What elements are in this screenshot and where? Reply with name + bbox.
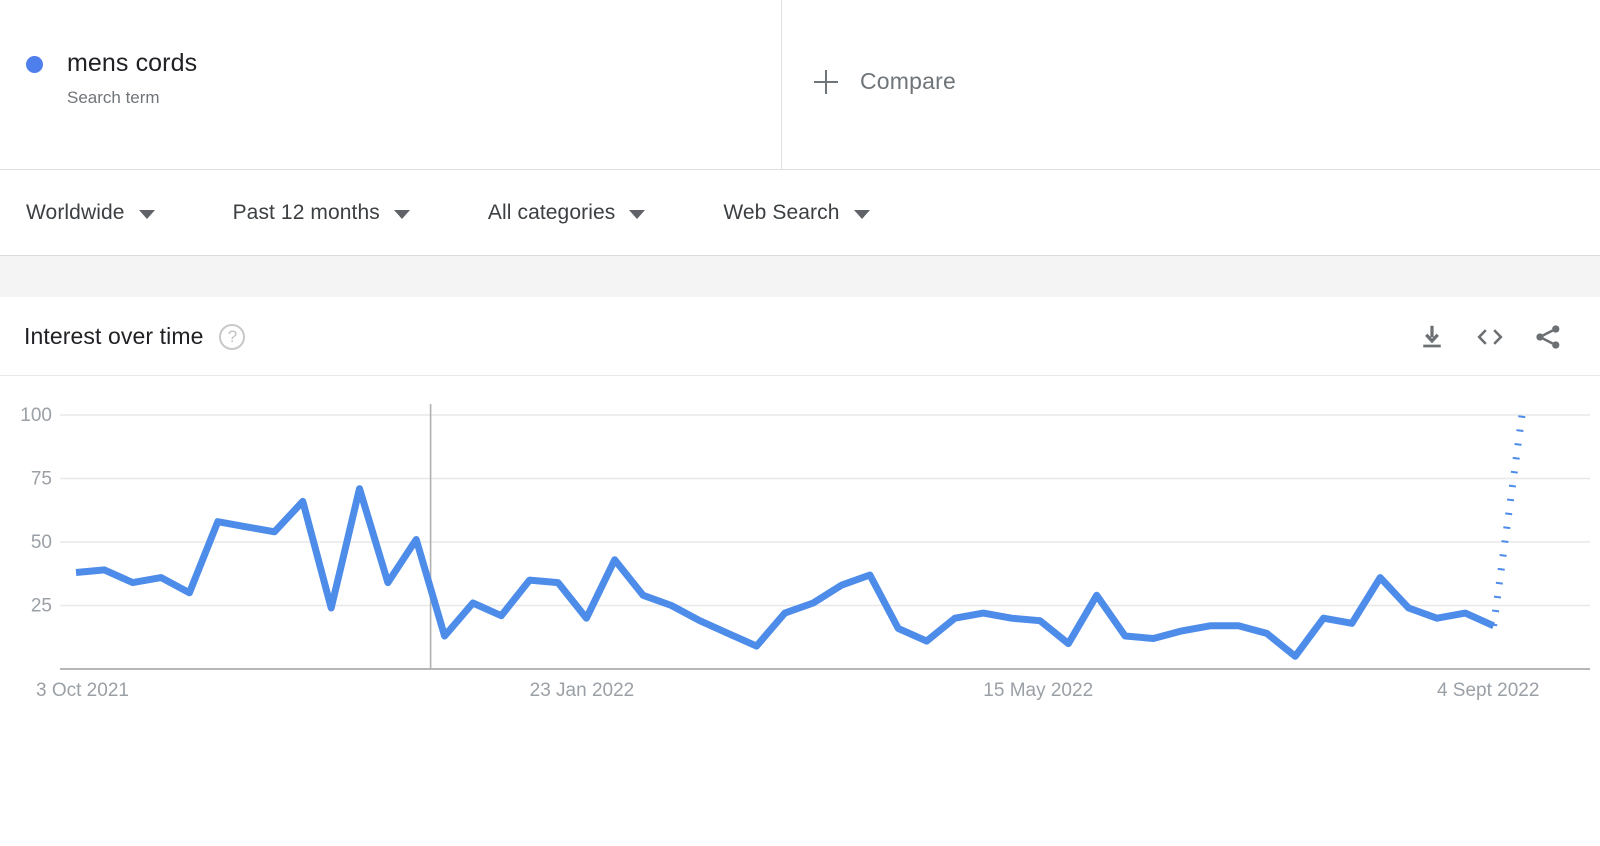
interest-over-time-card: Interest over time ? 25 50 75 100 3 Oct … bbox=[0, 298, 1600, 716]
compare-label: Compare bbox=[860, 68, 956, 94]
series-line-partial-data bbox=[1490, 414, 1526, 627]
search-term-label: mens cords bbox=[67, 49, 198, 77]
x-axis-tick-label: 15 May 2022 bbox=[983, 680, 1093, 701]
chart-svg: 25 50 75 100 3 Oct 2021 23 Jan 2022 15 May 202… bbox=[20, 404, 1590, 701]
y-axis-tick-label: 100 bbox=[20, 405, 52, 426]
download-icon[interactable] bbox=[1410, 315, 1454, 359]
filter-category-label: All categories bbox=[487, 200, 616, 224]
interest-over-time-chart[interactable]: 25 50 75 100 3 Oct 2021 23 Jan 2022 15 May 202… bbox=[0, 376, 1600, 716]
series-color-dot bbox=[26, 56, 43, 73]
card-header: Interest over time ? bbox=[0, 298, 1600, 376]
chevron-down-icon bbox=[138, 209, 155, 219]
y-axis-tick-label: 75 bbox=[31, 469, 52, 490]
compare-cell: Compare bbox=[782, 0, 1600, 169]
x-axis-tick-label: 23 Jan 2022 bbox=[530, 680, 635, 701]
embed-icon[interactable] bbox=[1468, 315, 1512, 359]
help-icon[interactable]: ? bbox=[219, 323, 246, 350]
filter-category[interactable]: All categories bbox=[487, 200, 646, 225]
search-term-card[interactable]: mens cords Search term bbox=[0, 0, 782, 169]
card-title: Interest over time bbox=[24, 323, 204, 349]
add-compare-button[interactable]: Compare bbox=[814, 68, 956, 95]
filter-bar: Worldwide Past 12 months All categories … bbox=[0, 170, 1600, 256]
section-divider bbox=[0, 256, 1600, 298]
filter-time-range[interactable]: Past 12 months bbox=[233, 201, 410, 225]
search-term-type: Search term bbox=[67, 88, 160, 107]
filter-search-type[interactable]: Web Search bbox=[723, 200, 870, 225]
x-axis-tick-label: 4 Sept 2022 bbox=[1437, 680, 1539, 701]
filter-location-label: Worldwide bbox=[26, 200, 125, 224]
filter-search-type-label: Web Search bbox=[723, 200, 840, 224]
search-term-bar: mens cords Search term Compare bbox=[0, 0, 1600, 170]
series-line-mens-cords bbox=[75, 485, 1496, 660]
chevron-down-icon bbox=[629, 209, 646, 219]
plus-icon bbox=[814, 69, 838, 94]
y-axis-tick-label: 50 bbox=[31, 532, 52, 553]
google-trends-page: mens cords Search term Compare Worldwide… bbox=[0, 0, 1600, 846]
share-icon[interactable] bbox=[1526, 315, 1570, 359]
filter-time-range-label: Past 12 months bbox=[232, 200, 380, 224]
filter-location[interactable]: Worldwide bbox=[26, 201, 155, 225]
x-axis-tick-label: 3 Oct 2021 bbox=[36, 680, 129, 701]
chevron-down-icon bbox=[393, 209, 410, 219]
chevron-down-icon bbox=[853, 209, 870, 219]
y-axis-tick-label: 25 bbox=[31, 596, 52, 617]
